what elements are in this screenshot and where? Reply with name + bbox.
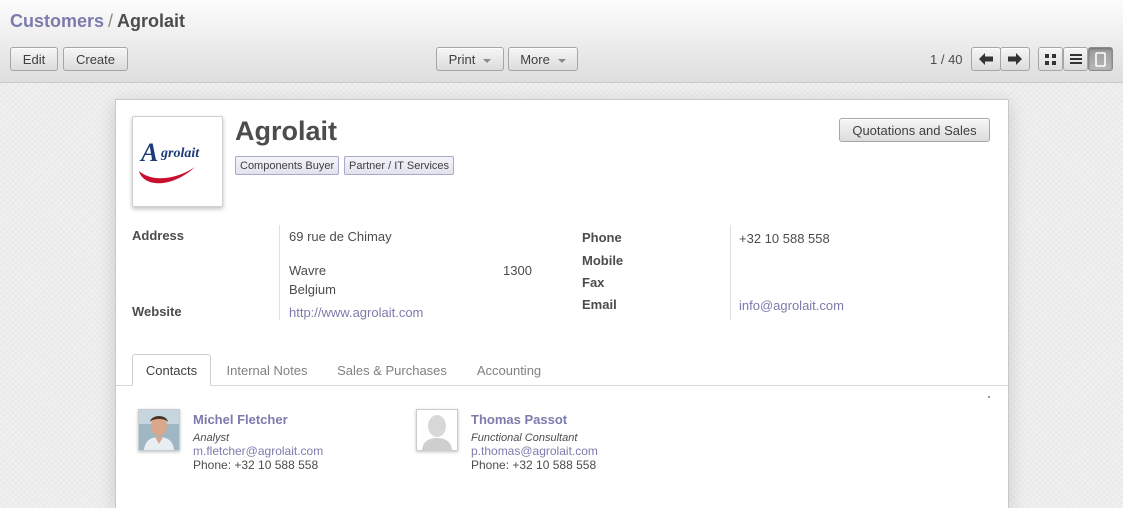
form-view-icon (1095, 51, 1106, 67)
breadcrumb-customers-link[interactable]: Customers (10, 11, 104, 31)
form-view-button[interactable] (1088, 47, 1113, 71)
contact-email[interactable]: m.fletcher@agrolait.com (193, 444, 323, 458)
field-separator (730, 225, 731, 320)
pager-previous-button[interactable] (971, 47, 1001, 71)
category-tag[interactable]: Partner / IT Services (344, 156, 455, 175)
caret-down-icon (557, 58, 566, 63)
tab-internal-notes[interactable]: Internal Notes (216, 354, 318, 386)
create-button[interactable]: Create (63, 47, 128, 71)
field-separator (279, 225, 280, 320)
contact-phone: Phone: +32 10 588 558 (471, 458, 597, 472)
person-photo-icon (139, 410, 179, 450)
city-field: Wavre (289, 263, 327, 278)
form-sheet: A grolait Agrolait Components Buyer Part… (115, 99, 1009, 508)
breadcrumb-separator: / (108, 11, 114, 31)
zip-field: 1300 (503, 263, 532, 278)
list-view-button[interactable] (1063, 47, 1088, 71)
print-dropdown-button[interactable]: Print (436, 47, 504, 71)
tab-contacts[interactable]: Contacts (132, 354, 211, 386)
arrow-left-icon (979, 53, 993, 65)
address-label: Address (132, 228, 185, 243)
contact-function: Analyst (193, 432, 230, 444)
dot-marker (988, 396, 990, 398)
arrow-right-icon (1008, 53, 1022, 65)
website-label: Website (132, 304, 182, 319)
pager-next-button[interactable] (1000, 47, 1030, 71)
contact-phone: Phone: +32 10 588 558 (193, 458, 319, 472)
list-view-icon (1069, 54, 1082, 64)
mobile-label: Mobile (582, 253, 624, 268)
phone-label: Phone (582, 230, 622, 245)
contact-avatar[interactable] (138, 409, 180, 451)
street-field: 69 rue de Chimay (289, 229, 392, 244)
print-label: Print (448, 51, 476, 67)
contact-name[interactable]: Thomas Passot (471, 412, 567, 427)
tab-accounting[interactable]: Accounting (468, 354, 550, 386)
contact-function: Functional Consultant (471, 432, 578, 444)
svg-text:grolait: grolait (160, 146, 200, 161)
kanban-view-icon (1045, 53, 1056, 65)
tab-sales-purchases[interactable]: Sales & Purchases (326, 354, 458, 386)
breadcrumb: Customers / Agrolait (10, 11, 185, 32)
quotations-and-sales-button[interactable]: Quotations and Sales (839, 118, 990, 142)
email-label: Email (582, 297, 617, 312)
kanban-view-button[interactable] (1038, 47, 1063, 71)
country-field: Belgium (289, 282, 336, 297)
contact-name[interactable]: Michel Fletcher (193, 412, 288, 427)
phone-field: +32 10 588 558 (739, 231, 830, 246)
fax-label: Fax (582, 275, 605, 290)
breadcrumb-current: Agrolait (117, 11, 186, 31)
more-label: More (520, 51, 550, 67)
partner-name: Agrolait (235, 116, 338, 146)
edit-button[interactable]: Edit (10, 47, 58, 71)
email-link[interactable]: info@agrolait.com (739, 298, 844, 313)
svg-text:A: A (139, 138, 158, 167)
agrolait-logo: A grolait (139, 138, 200, 184)
contact-email[interactable]: p.thomas@agrolait.com (471, 444, 598, 458)
control-panel: Customers / Agrolait Edit Create Print Mor… (0, 0, 1123, 83)
company-logo[interactable]: A grolait (132, 116, 223, 207)
more-dropdown-button[interactable]: More (508, 47, 578, 71)
website-link[interactable]: http://www.agrolait.com (289, 305, 423, 320)
caret-down-icon (483, 58, 492, 63)
category-tag[interactable]: Components Buyer (235, 156, 340, 175)
contact-avatar[interactable] (416, 409, 458, 451)
pager-value[interactable]: 1 / 40 (930, 52, 963, 67)
person-placeholder-icon (417, 410, 457, 450)
